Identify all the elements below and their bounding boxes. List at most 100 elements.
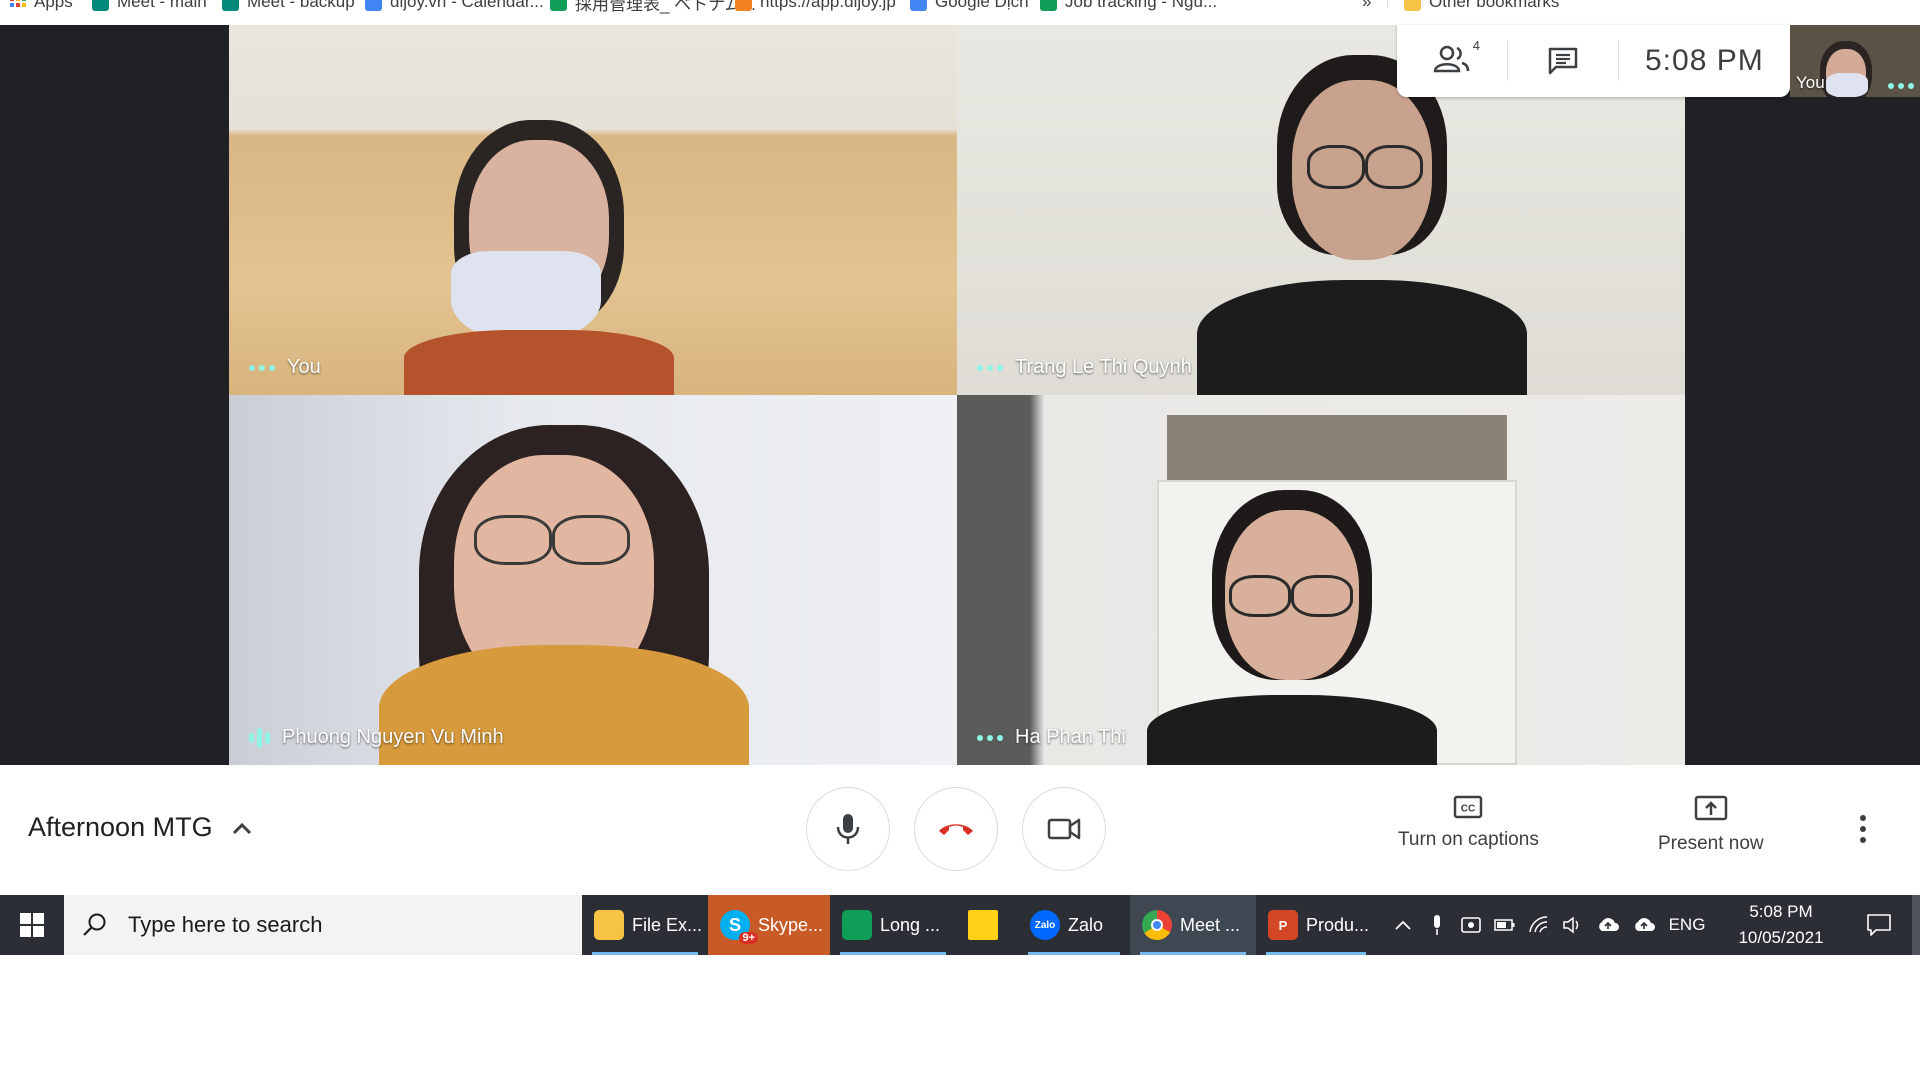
taskbar-clock[interactable]: 5:08 PM 10/05/2021 — [1712, 899, 1850, 951]
taskbar-app-skype[interactable]: S 9+ Skype... — [708, 895, 830, 955]
taskbar-app-zalo[interactable]: Zalo Zalo — [1018, 895, 1130, 955]
taskbar-app-powerpoint[interactable]: P Produ... — [1256, 895, 1376, 955]
tray-volume[interactable] — [1556, 895, 1590, 955]
taskbar-app-chrome-meet[interactable]: Meet ... — [1130, 895, 1256, 955]
present-now-button[interactable]: Present now — [1658, 795, 1764, 855]
captions-label: Turn on captions — [1398, 829, 1539, 850]
sheets-icon — [1040, 0, 1057, 11]
running-indicator — [1028, 952, 1120, 955]
taskbar-search-box[interactable] — [64, 895, 582, 955]
hang-up-icon — [939, 824, 973, 835]
bookmarks-divider — [1387, 0, 1388, 8]
glasses-left — [1229, 575, 1291, 617]
meeting-title: Afternoon MTG — [28, 812, 213, 842]
skype-icon: S 9+ — [720, 910, 758, 944]
shelf-items — [1167, 415, 1507, 485]
tray-microphone[interactable] — [1420, 895, 1454, 955]
tray-battery[interactable] — [1488, 895, 1522, 955]
taskbar-app-label: Zalo — [1068, 914, 1104, 935]
bookmark-label: Meet - main — [117, 0, 207, 11]
participant-name: Phuong Nguyen Vu Minh — [282, 726, 504, 748]
taskbar-app-sticky-notes[interactable] — [956, 895, 1018, 955]
participant-shoulders — [1197, 280, 1527, 395]
participant-name: Ha Phan Thi — [1015, 726, 1126, 748]
tile-name-label: Ha Phan Thi — [977, 726, 1126, 749]
bookmark-other[interactable]: Other bookmarks — [1404, 0, 1559, 12]
tile-name-label: Trang Le Thi Quynh — [977, 356, 1192, 379]
cloud-upload-icon — [1635, 918, 1655, 931]
start-button[interactable] — [0, 895, 64, 955]
more-options-icon[interactable] — [977, 364, 1003, 371]
present-screen-icon — [1694, 795, 1728, 821]
bookmark-label: Apps — [34, 0, 73, 11]
chat-button[interactable] — [1508, 25, 1618, 97]
participants-button[interactable]: 4 — [1397, 25, 1507, 97]
search-icon — [83, 913, 106, 936]
bookmark-apps[interactable]: Apps — [10, 0, 73, 12]
cloud-upload-icon — [1599, 918, 1619, 931]
bookmark-label: 採用管理表_ ベトナム... — [575, 0, 756, 14]
bookmark-meet-backup[interactable]: Meet - backup — [222, 0, 355, 12]
participant-name: Trang Le Thi Quynh — [1015, 356, 1192, 378]
glasses-left — [474, 515, 552, 565]
participant-tile-phuong[interactable]: Phuong Nguyen Vu Minh — [229, 395, 957, 765]
show-desktop-button[interactable] — [1912, 895, 1920, 955]
people-icon: 4 — [1432, 38, 1480, 79]
site-icon — [735, 0, 752, 11]
tile-name-label: You — [249, 356, 321, 379]
powerpoint-icon: P — [1268, 910, 1298, 940]
taskbar-app-label: Meet ... — [1180, 914, 1241, 935]
tray-screen-capture[interactable] — [1454, 895, 1488, 955]
windows-taskbar: File Ex... S 9+ Skype... Long ... Zalo Z… — [0, 895, 1920, 955]
taskbar-date: 10/05/2021 — [1738, 928, 1824, 947]
more-options-icon[interactable] — [977, 734, 1003, 741]
bookmark-label: Other bookmarks — [1429, 0, 1560, 11]
tray-onedrive-2[interactable] — [1626, 895, 1662, 955]
chevron-up-icon — [1395, 920, 1411, 930]
microphone-icon — [836, 814, 860, 844]
glasses-right — [552, 515, 630, 565]
more-options-button[interactable] — [1860, 815, 1866, 843]
meeting-details-button[interactable]: Afternoon MTG — [28, 812, 253, 843]
taskbar-app-file-explorer[interactable]: File Ex... — [582, 895, 708, 955]
participant-count-badge: 4 — [1472, 37, 1480, 53]
bookmark-app-dijoy[interactable]: https://app.dijoy.jp — [735, 0, 896, 12]
self-view-mask — [1826, 73, 1868, 97]
running-indicator — [1140, 952, 1246, 955]
wifi-icon — [1529, 916, 1548, 933]
chevron-up-icon — [232, 822, 251, 834]
tile-name-label: Phuong Nguyen Vu Minh — [249, 726, 504, 749]
input-language-indicator[interactable]: ENG — [1664, 895, 1710, 955]
participant-shoulders — [1147, 695, 1437, 765]
notification-badge: 9+ — [739, 932, 758, 944]
taskbar-app-label: File Ex... — [632, 914, 703, 935]
tray-overflow-button[interactable] — [1386, 895, 1420, 955]
apps-grid-icon — [10, 0, 26, 7]
bookmark-google-translate[interactable]: Google Dịch — [910, 0, 1029, 12]
leave-call-button[interactable] — [914, 787, 998, 871]
camera-button[interactable] — [1022, 787, 1106, 871]
tray-onedrive-1[interactable] — [1590, 895, 1626, 955]
participant-tile-you[interactable]: You — [229, 25, 957, 395]
bookmark-job-tracking[interactable]: Job tracking - Ngu... — [1040, 0, 1217, 12]
more-options-icon[interactable] — [249, 364, 275, 371]
action-center-button[interactable] — [1854, 895, 1904, 955]
running-indicator — [1266, 952, 1366, 955]
file-explorer-icon — [594, 910, 624, 940]
microphone-button[interactable] — [806, 787, 890, 871]
meet-icon — [92, 0, 109, 11]
tray-wifi[interactable] — [1522, 895, 1556, 955]
bookmark-meet-main[interactable]: Meet - main — [92, 0, 207, 12]
search-input[interactable] — [126, 911, 546, 939]
self-view-thumbnail[interactable]: You — [1790, 25, 1920, 97]
captions-button[interactable]: CC Turn on captions — [1398, 795, 1539, 851]
bookmark-calendar[interactable]: dijoy.vn - Calendar... — [365, 0, 544, 12]
participant-tile-ha[interactable]: Ha Phan Thi — [957, 395, 1685, 765]
speaker-icon — [1563, 916, 1579, 934]
bookmark-label: https://app.dijoy.jp — [760, 0, 896, 11]
bookmark-recruitment-sheet[interactable]: 採用管理表_ ベトナム... — [550, 0, 756, 14]
self-view-more-icon[interactable] — [1888, 83, 1914, 89]
meet-icon — [222, 0, 239, 11]
bookmarks-overflow-button[interactable]: » — [1362, 0, 1371, 12]
taskbar-app-sheets[interactable]: Long ... — [830, 895, 956, 955]
